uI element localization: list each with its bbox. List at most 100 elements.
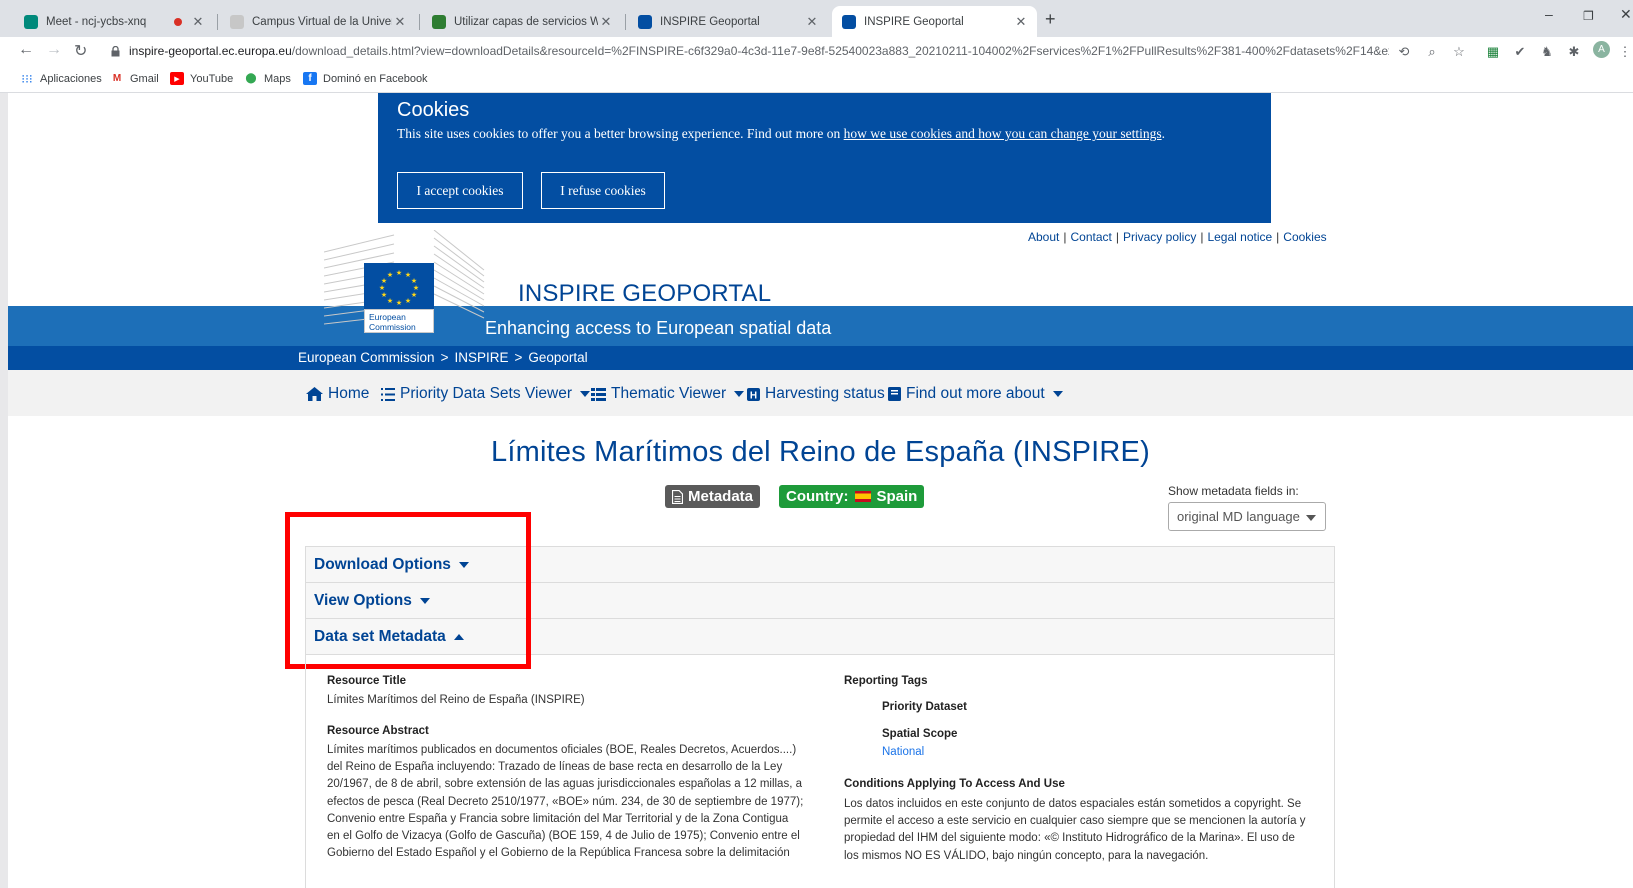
menu-priority-data-sets[interactable]: Priority Data Sets Viewer [381,385,590,403]
resource-title-value: Límites Marítimos del Reino de España (I… [327,694,585,706]
page-title: Límites Marítimos del Reino de España (I… [491,436,1150,468]
minimize-icon[interactable]: – [1545,6,1553,22]
privacy-link[interactable]: Privacy policy [1123,230,1196,244]
country-value: Spain [876,488,918,505]
bookmark-apps[interactable]: ⁝⁝⁝ Aplicaciones [20,72,102,86]
menu-home[interactable]: Home [306,385,369,403]
extension-icon[interactable]: ♞ [1539,44,1555,60]
url-path: /download_details.html?view=downloadDeta… [291,44,1389,58]
language-select[interactable]: original MD language [1168,502,1326,531]
university-icon [230,14,244,29]
svg-text:★: ★ [413,284,419,292]
new-tab-icon[interactable]: + [1045,9,1056,30]
puzzle-icon[interactable]: ✱ [1566,44,1582,60]
svg-text:★: ★ [396,269,402,277]
svg-text:★: ★ [381,291,387,299]
abstract-line: Límites marítimos publicados en document… [327,744,797,756]
legal-notice-link[interactable]: Legal notice [1207,230,1272,244]
close-icon[interactable]: ✕ [1013,14,1029,30]
cookies-link[interactable]: Cookies [1283,230,1326,244]
top-links: About | Contact | Privacy policy | Legal notic… [1028,230,1327,244]
bookmark-maps[interactable]: ⬤ Maps [244,72,291,85]
breadcrumb-geoportal[interactable]: Geoportal [528,350,587,365]
tab-title: Utilizar capas de servicios WFS— [454,15,598,28]
metadata-badge-label: Metadata [688,488,754,505]
avatar[interactable]: A [1593,41,1610,58]
bookmark-label: YouTube [190,72,234,85]
menu-label: Harvesting status [765,385,885,402]
metadata-badge[interactable]: Metadata [665,485,761,508]
separator: | [1276,230,1280,244]
country-label: Country: [786,488,849,505]
bookmarks-bar: ⁝⁝⁝ Aplicaciones M Gmail ▶ YouTube ⬤ Map… [0,67,1633,93]
forward-icon[interactable]: → [46,41,62,59]
cookie-title: Cookies [397,99,470,121]
bookmark-label: Dominó en Facebook [323,72,428,85]
check-icon[interactable]: ✔ [1512,44,1528,60]
tab-campus[interactable]: Campus Virtual de la Universidad ✕ [220,6,416,37]
chevron-down-icon [1306,515,1316,521]
abstract-line: del Reino de España incluyendo: Trazado … [327,761,783,774]
back-icon[interactable]: ← [18,41,34,59]
ec-logo[interactable]: ★ ★ ★ ★ ★ ★ ★ ★ ★ ★ ★ ★ European Commission [324,230,494,340]
esri-icon [432,14,446,29]
reporting-tags-heading: Reporting Tags [844,675,928,687]
contact-link[interactable]: Contact [1070,230,1111,244]
close-icon[interactable]: ✕ [190,14,206,30]
menu-icon[interactable]: ⋮ [1617,44,1633,60]
breadcrumb-band [8,346,1633,370]
tab-separator [217,14,218,30]
chevron-down-icon [1052,391,1063,397]
eu-flag-icon [842,14,856,29]
restore-icon[interactable]: ❐ [1583,9,1594,23]
cookie-policy-link[interactable]: how we use cookies and how you can chang… [844,126,1162,141]
conditions-line: Los datos incluidos en este conjunto de … [844,798,1302,810]
conditions-value: Los datos incluidos en este conjunto de … [844,796,1324,865]
tab-separator [419,14,420,30]
zoom-icon[interactable]: ⌕ [1424,44,1440,60]
abstract-line: efectos de pesca (Real Decreto 2510/1977… [327,795,804,808]
bookmark-facebook[interactable]: f Dominó en Facebook [303,72,428,85]
separator: | [1115,230,1119,244]
highlight-box [285,512,531,669]
tab-title: Campus Virtual de la Universidad [252,15,392,28]
bookmark-label: Aplicaciones [40,72,102,85]
bookmark-label: Maps [264,72,291,85]
logo-line-1: European [369,312,406,322]
reload-icon[interactable]: ↻ [74,41,87,61]
abstract-line: en el Golfo de Vizacya (Golfo de Gascuña… [327,830,800,843]
recording-icon [174,17,182,26]
breadcrumb-ec[interactable]: European Commission [298,350,435,365]
tab-wfs[interactable]: Utilizar capas de servicios WFS— ✕ [422,6,622,37]
about-link[interactable]: About [1028,230,1059,244]
accept-cookies-button[interactable]: I accept cookies [397,172,523,209]
table-icon [591,387,606,401]
bookmark-gmail[interactable]: M Gmail [110,72,159,85]
conditions-line: los mismos NO ES VÁLIDO, bajo ningún con… [844,849,1209,862]
site-title: INSPIRE GEOPORTAL [518,280,772,307]
star-icon[interactable]: ☆ [1451,44,1467,60]
breadcrumb-inspire[interactable]: INSPIRE [454,350,508,365]
menu-thematic-viewer[interactable]: Thematic Viewer [591,385,745,403]
spatial-scope-link[interactable]: National [882,746,924,758]
translate-icon[interactable]: ⟲ [1396,44,1412,60]
maps-pin-icon: ⬤ [245,73,257,84]
menu-find-out-more[interactable]: Find out more about [888,385,1063,403]
tab-inspire-active[interactable]: INSPIRE Geoportal ✕ [832,6,1037,37]
refuse-cookies-button[interactable]: I refuse cookies [541,172,665,209]
svg-text:★: ★ [411,277,417,285]
tab-meet[interactable]: Meet - ncj-ycbs-xnq ✕ [14,6,214,37]
close-window-icon[interactable]: ✕ [1620,6,1632,23]
harvest-icon: H [747,387,760,401]
menu-harvesting-status[interactable]: H Harvesting status [747,385,885,403]
url-field[interactable]: inspire-geoportal.ec.europa.eu/download_… [129,44,1389,58]
close-icon[interactable]: ✕ [598,14,614,30]
gmail-icon: M [112,73,122,84]
menu-label: Home [328,385,370,402]
priority-dataset-heading: Priority Dataset [882,701,968,713]
tab-inspire-1[interactable]: INSPIRE Geoportal ✕ [628,6,828,37]
close-icon[interactable]: ✕ [392,14,408,30]
close-icon[interactable]: ✕ [804,14,820,30]
sheets-icon[interactable]: ▦ [1485,44,1501,60]
bookmark-youtube[interactable]: ▶ YouTube [170,72,233,85]
